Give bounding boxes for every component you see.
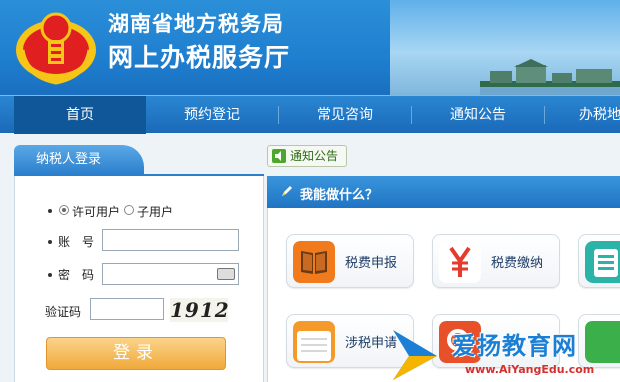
notice-button[interactable]: 通知公告 [267, 145, 347, 167]
speaker-icon [272, 149, 286, 163]
service-card-label: 税费缴纳 [491, 256, 544, 271]
service-card-declare[interactable]: 税费申报 [286, 234, 414, 288]
notepad-icon [293, 321, 335, 363]
nav-item-tax-locations[interactable]: 办税地 [545, 96, 620, 134]
site-header: 湖南省地方税务局 网上办税服务厅 [0, 0, 620, 95]
service-card-list[interactable] [578, 234, 620, 288]
watermark-text: 爱扬教育网 [452, 332, 577, 360]
site-title-line1: 湖南省地方税务局 [108, 12, 284, 36]
bullet [48, 240, 52, 244]
service-card-label: 税费申报 [345, 256, 398, 271]
tax-emblem-logo [16, 12, 96, 85]
site-title-line2: 网上办税服务厅 [108, 43, 291, 72]
captcha-image[interactable]: 1912 [170, 298, 229, 322]
user-type-licensed-label[interactable]: 许可用户 [72, 203, 120, 220]
pen-icon [282, 186, 292, 196]
nav-item-appointment[interactable]: 预约登记 [146, 96, 278, 134]
user-type-licensed-radio[interactable] [59, 205, 69, 215]
watermark-url: www.AiYangEdu.com [465, 363, 595, 376]
list-icon [585, 241, 620, 283]
service-card-payment[interactable]: 税费缴纳 [432, 234, 560, 288]
user-type-sub-radio[interactable] [124, 205, 134, 215]
account-label: 账 号 [58, 235, 95, 249]
user-type-sub-label[interactable]: 子用户 [137, 203, 173, 220]
bullet [48, 209, 52, 213]
login-tab[interactable]: 纳税人登录 [14, 145, 144, 175]
services-title: 我能做什么？ [300, 188, 379, 203]
bullet [48, 273, 52, 277]
skyline-image [480, 59, 620, 95]
nav-item-home[interactable]: 首页 [14, 96, 146, 134]
login-button[interactable]: 登录 [46, 337, 226, 370]
account-input[interactable] [102, 229, 239, 251]
notice-button-label: 通知公告 [290, 149, 339, 163]
captcha-label: 验证码 [45, 305, 82, 319]
book-icon [293, 241, 335, 283]
password-label: 密 码 [58, 268, 95, 282]
nav-item-notices[interactable]: 通知公告 [412, 96, 544, 134]
main-nav: 首页 预约登记 常见咨询 通知公告 办税地 [0, 95, 620, 134]
virtual-keyboard-icon[interactable] [217, 268, 235, 280]
yen-icon [439, 241, 481, 283]
nav-item-faq[interactable]: 常见咨询 [279, 96, 411, 134]
captcha-input[interactable] [90, 298, 164, 320]
